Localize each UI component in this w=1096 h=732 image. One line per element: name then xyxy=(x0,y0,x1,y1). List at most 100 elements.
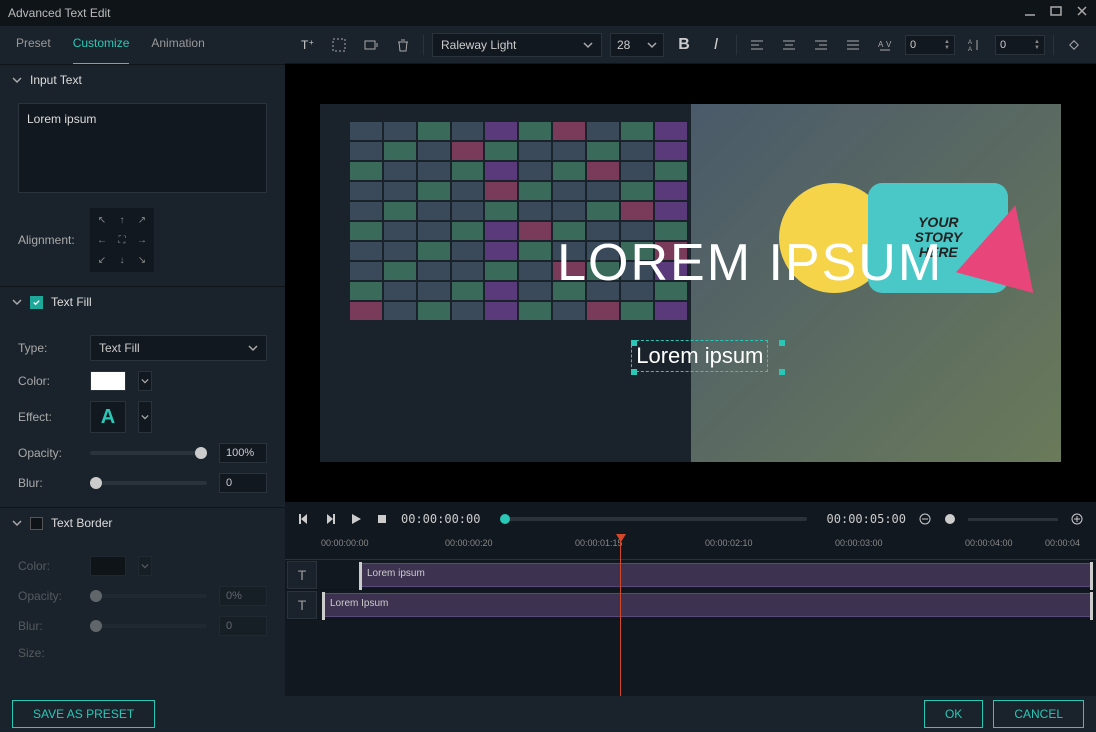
border-color-label: Color: xyxy=(18,559,78,573)
mini-timeline[interactable] xyxy=(500,517,806,521)
timecode-current: 00:00:00:00 xyxy=(401,512,480,526)
font-select[interactable]: Raleway Light xyxy=(432,33,602,57)
align-mr-icon[interactable]: → xyxy=(134,232,150,248)
trash-icon[interactable] xyxy=(391,33,415,57)
section-header-text-fill[interactable]: Text Fill xyxy=(0,287,285,317)
sidebar-tabs: Preset Customize Animation xyxy=(0,26,285,64)
text-input[interactable] xyxy=(18,103,267,193)
tab-animation[interactable]: Animation xyxy=(151,36,204,64)
svg-text:+: + xyxy=(309,38,314,47)
border-opacity-value: 0% xyxy=(219,586,267,606)
spin-down-icon[interactable]: ▼ xyxy=(944,45,950,51)
separator xyxy=(736,35,737,55)
timeline-ruler[interactable]: 00:00:00:00 00:00:00:20 00:00:01:15 00:0… xyxy=(285,536,1096,560)
line-height-icon: AA xyxy=(963,33,987,57)
ruler-label: 00:00:04 xyxy=(1045,538,1080,548)
mini-marker[interactable] xyxy=(500,514,510,524)
align-bc-icon[interactable]: ↓ xyxy=(114,252,130,268)
window-title: Advanced Text Edit xyxy=(8,6,111,20)
letter-spacing-input[interactable]: 0▲▼ xyxy=(905,35,955,55)
align-br-icon[interactable]: ↘ xyxy=(134,252,150,268)
bold-button[interactable]: B xyxy=(672,33,696,57)
section-text-fill: Text Fill Type: Text Fill Color: Effect:… xyxy=(0,286,285,507)
selection-handle[interactable] xyxy=(779,340,785,346)
maximize-icon[interactable] xyxy=(1050,4,1062,22)
preview-editing-text[interactable]: Lorem ipsum xyxy=(631,340,768,372)
align-bl-icon[interactable]: ↙ xyxy=(94,252,110,268)
blur-value[interactable]: 0 xyxy=(219,473,267,493)
align-justify-icon[interactable] xyxy=(841,33,865,57)
effect-dropdown[interactable] xyxy=(138,401,152,433)
add-text-icon[interactable]: T+ xyxy=(295,33,319,57)
align-right-icon[interactable] xyxy=(809,33,833,57)
zoom-out-icon[interactable] xyxy=(918,512,932,526)
stop-icon[interactable] xyxy=(375,512,389,526)
font-value: Raleway Light xyxy=(441,38,516,52)
opacity-slider[interactable] xyxy=(90,451,207,455)
svg-text:A: A xyxy=(968,47,972,53)
border-blur-slider xyxy=(90,624,207,628)
align-center-icon[interactable] xyxy=(777,33,801,57)
ok-button[interactable]: OK xyxy=(924,700,983,728)
content-area: T+ Raleway Light 28 B I AV 0▲▼ AA 0▲▼ xyxy=(285,26,1096,696)
selection-handle[interactable] xyxy=(631,369,637,375)
size-select[interactable]: 28 xyxy=(610,33,664,57)
minimize-icon[interactable] xyxy=(1024,4,1036,22)
opacity-value[interactable]: 100% xyxy=(219,443,267,463)
clip-2[interactable]: Lorem Ipsum xyxy=(323,593,1092,617)
selection-handle[interactable] xyxy=(779,369,785,375)
preview-title-text[interactable]: LOREM IPSUM xyxy=(557,233,943,293)
color-dropdown[interactable] xyxy=(138,371,152,391)
playhead[interactable] xyxy=(620,536,621,696)
alignment-grid[interactable]: ↖↑↗ ←⛶→ ↙↓↘ xyxy=(90,208,154,272)
text-fill-checkbox[interactable] xyxy=(30,296,43,309)
save-preset-button[interactable]: SAVE AS PRESET xyxy=(12,700,155,728)
alignment-label: Alignment: xyxy=(18,233,78,247)
diamond-icon[interactable] xyxy=(1062,33,1086,57)
clip-1[interactable]: Lorem ipsum xyxy=(360,563,1092,587)
play-icon[interactable] xyxy=(349,512,363,526)
separator xyxy=(1053,35,1054,55)
play-bar: 00:00:00:00 00:00:05:00 xyxy=(285,502,1096,536)
step-forward-icon[interactable] xyxy=(323,512,337,526)
timeline-track-2[interactable]: T Lorem Ipsum xyxy=(285,590,1096,620)
cancel-button[interactable]: CANCEL xyxy=(993,700,1084,728)
border-color-dropdown xyxy=(138,556,152,576)
selection-handle[interactable] xyxy=(631,340,637,346)
align-tr-icon[interactable]: ↗ xyxy=(134,212,150,228)
align-ml-icon[interactable]: ← xyxy=(94,232,110,248)
zoom-slider-thumb[interactable] xyxy=(944,513,956,525)
text-border-checkbox[interactable] xyxy=(30,517,43,530)
blur-label: Blur: xyxy=(18,476,78,490)
line-height-input[interactable]: 0▲▼ xyxy=(995,35,1045,55)
section-header-text-border[interactable]: Text Border xyxy=(0,508,285,538)
letter-spacing-value: 0 xyxy=(910,39,916,51)
timeline-track-1[interactable]: T Lorem ipsum xyxy=(285,560,1096,590)
effect-preview[interactable]: A xyxy=(90,401,126,433)
preview-canvas[interactable]: YOUR STORY HERE LOREM IPSUM Lorem ipsum xyxy=(320,104,1061,462)
align-mc-icon[interactable]: ⛶ xyxy=(114,232,130,248)
section-header-input-text[interactable]: Input Text xyxy=(0,65,285,95)
color-swatch[interactable] xyxy=(90,371,126,391)
chevron-down-icon xyxy=(248,343,258,353)
text-edit-icon[interactable] xyxy=(359,33,383,57)
size-value: 28 xyxy=(617,38,630,52)
type-select[interactable]: Text Fill xyxy=(90,335,267,361)
align-left-icon[interactable] xyxy=(745,33,769,57)
align-tc-icon[interactable]: ↑ xyxy=(114,212,130,228)
text-select-icon[interactable] xyxy=(327,33,351,57)
italic-button[interactable]: I xyxy=(704,33,728,57)
align-tl-icon[interactable]: ↖ xyxy=(94,212,110,228)
close-icon[interactable] xyxy=(1076,4,1088,22)
zoom-slider[interactable] xyxy=(968,518,1058,521)
preview-panel: YOUR STORY HERE LOREM IPSUM Lorem ipsum xyxy=(285,64,1096,502)
border-color-swatch xyxy=(90,556,126,576)
zoom-in-icon[interactable] xyxy=(1070,512,1084,526)
chevron-down-icon xyxy=(647,40,657,50)
tab-customize[interactable]: Customize xyxy=(73,36,130,64)
ruler-label: 00:00:03:00 xyxy=(835,538,883,548)
step-back-icon[interactable] xyxy=(297,512,311,526)
tab-preset[interactable]: Preset xyxy=(16,36,51,64)
spin-down-icon[interactable]: ▼ xyxy=(1034,45,1040,51)
blur-slider[interactable] xyxy=(90,481,207,485)
